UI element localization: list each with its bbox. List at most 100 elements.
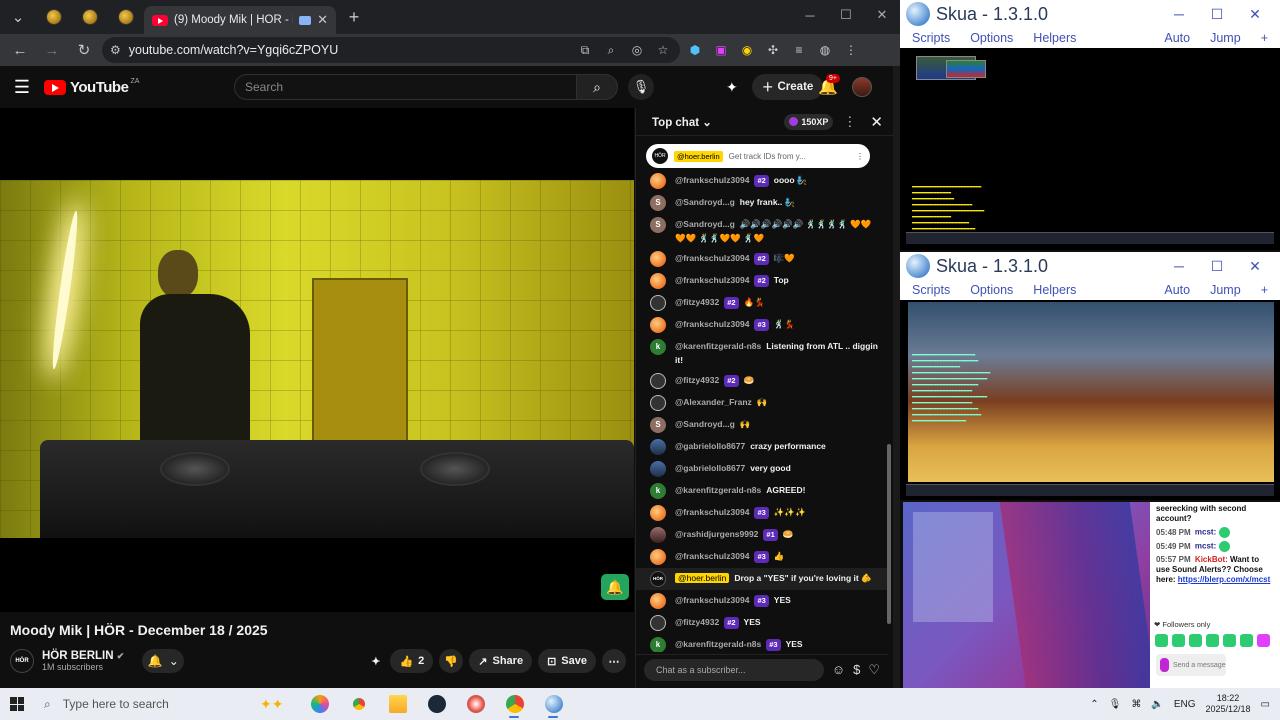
emote-icon[interactable] bbox=[1189, 634, 1202, 647]
heart-icon[interactable]: ♡ bbox=[868, 662, 880, 678]
chat-input[interactable] bbox=[644, 658, 824, 681]
chat-author[interactable]: @karenfitzgerald-n8s bbox=[675, 639, 761, 649]
kebab-menu-icon[interactable]: ⋮ bbox=[840, 39, 862, 61]
chat-message[interactable]: @frankschulz3094 #3 👍 bbox=[636, 546, 888, 568]
chat-author[interactable]: @Alexander_Franz bbox=[675, 397, 752, 407]
chevron-up-icon[interactable]: ⌃ bbox=[1090, 699, 1098, 710]
profile-icon[interactable]: ◍ bbox=[814, 39, 836, 61]
notification-center-icon[interactable]: ▭ bbox=[1261, 699, 1270, 710]
chat-avatar[interactable]: S bbox=[650, 417, 666, 433]
chat-author[interactable]: @frankschulz3094 bbox=[675, 253, 749, 263]
chat-author[interactable]: @frankschulz3094 bbox=[675, 551, 749, 561]
chat-author[interactable]: @frankschulz3094 bbox=[675, 507, 749, 517]
taskbar-app-chrome-active[interactable] bbox=[495, 688, 534, 720]
jump-button[interactable]: Jump bbox=[1210, 31, 1241, 45]
chat-scrollbar[interactable] bbox=[887, 144, 891, 644]
chat-author[interactable]: @frankschulz3094 bbox=[675, 275, 749, 285]
emote-icon[interactable] bbox=[1206, 634, 1219, 647]
emote-icon[interactable] bbox=[1172, 634, 1185, 647]
extension-3-icon[interactable]: ◉ bbox=[736, 39, 758, 61]
chat-message[interactable]: S @Sandroyd...g hey frank.. 🧞 bbox=[636, 192, 888, 214]
chat-scroll-thumb[interactable] bbox=[887, 444, 891, 624]
emote-icon[interactable] bbox=[1257, 634, 1270, 647]
plus-icon[interactable]: + bbox=[1261, 31, 1268, 45]
stream-preview[interactable] bbox=[903, 502, 1150, 688]
address-bar[interactable]: ⚙ youtube.com/watch?v=Ygqi6cZPOYU ⧉ ⌕ ◎ … bbox=[102, 37, 680, 63]
chat-message[interactable]: @fitzy4932 #2 YES bbox=[636, 612, 888, 634]
close-icon[interactable]: ✕ bbox=[864, 0, 900, 30]
super-chat-icon[interactable]: $ bbox=[853, 662, 860, 677]
minimize-icon[interactable]: ─ bbox=[1160, 258, 1198, 274]
chat-avatar[interactable] bbox=[650, 317, 666, 333]
pinned-menu-icon[interactable]: ⋮ bbox=[856, 152, 864, 161]
pinned-tab-3[interactable] bbox=[108, 0, 144, 34]
media-controls-icon[interactable]: ≡ bbox=[788, 39, 810, 61]
more-actions-button[interactable]: ⋯ bbox=[602, 649, 626, 673]
maximize-icon[interactable]: ☐ bbox=[1198, 258, 1236, 275]
eye-off-icon[interactable]: ◎ bbox=[628, 43, 646, 57]
chatter-name[interactable]: mcst: bbox=[1195, 542, 1216, 551]
chat-message[interactable]: k @karenfitzgerald-n8s AGREED! bbox=[636, 480, 888, 502]
subscription-bell-button[interactable]: 🔔 ⌄ bbox=[142, 649, 185, 673]
bot-link[interactable]: https://blerp.com/x/mcst bbox=[1178, 575, 1270, 584]
hamburger-menu-icon[interactable]: ☰ bbox=[0, 77, 44, 98]
close-tab-icon[interactable]: ✕ bbox=[317, 12, 328, 28]
chat-author[interactable]: @frankschulz3094 bbox=[675, 175, 749, 185]
chat-avatar[interactable]: k bbox=[650, 637, 666, 652]
taskbar-app-explorer[interactable] bbox=[378, 688, 417, 720]
clock[interactable]: 18:22 2025/12/18 bbox=[1206, 693, 1251, 715]
chat-avatar[interactable] bbox=[650, 505, 666, 521]
chat-message[interactable]: @frankschulz3094 #2 Top bbox=[636, 270, 888, 292]
site-info-icon[interactable]: ⚙ bbox=[110, 43, 121, 57]
install-app-icon[interactable]: ⧉ bbox=[576, 43, 594, 58]
volume-icon[interactable]: 🔈 bbox=[1151, 699, 1163, 710]
chat-author[interactable]: @Sandroyd...g bbox=[675, 419, 735, 429]
chat-message[interactable]: @gabrielollo8677 very good bbox=[636, 458, 888, 480]
search-highlight-icon[interactable]: ✦✦ bbox=[260, 696, 300, 713]
active-tab[interactable]: (9) Moody Mik | HÖR - Dec ✕ bbox=[144, 6, 336, 34]
save-button[interactable]: ⊡ Save bbox=[538, 649, 596, 673]
menu-scripts[interactable]: Scripts bbox=[912, 31, 950, 45]
chat-message[interactable]: @rashidjurgens9992 #1 🥯 bbox=[636, 524, 888, 546]
network-icon[interactable]: ⌘ bbox=[1131, 699, 1141, 710]
emote-icon[interactable] bbox=[1155, 634, 1168, 647]
search-input[interactable]: Search bbox=[234, 74, 578, 100]
forward-icon[interactable]: → bbox=[38, 36, 66, 64]
pinned-tab-2[interactable] bbox=[72, 0, 108, 34]
chat-message[interactable]: @frankschulz3094 #3 YES bbox=[636, 590, 888, 612]
chat-close-icon[interactable]: ✕ bbox=[870, 113, 883, 131]
maximize-icon[interactable]: ☐ bbox=[1198, 6, 1236, 23]
close-icon[interactable]: ✕ bbox=[1236, 6, 1274, 23]
maximize-icon[interactable]: ☐ bbox=[828, 0, 864, 30]
taskbar-app-chrome[interactable] bbox=[339, 688, 378, 720]
chat-author[interactable]: @hoer.berlin bbox=[675, 573, 730, 583]
chat-avatar[interactable] bbox=[650, 273, 666, 289]
dislike-button[interactable]: 👎 bbox=[439, 649, 464, 673]
chat-author[interactable]: @karenfitzgerald-n8s bbox=[675, 341, 761, 351]
chat-author[interactable]: @fitzy4932 bbox=[675, 375, 719, 385]
plus-icon[interactable]: + bbox=[1261, 283, 1268, 297]
chat-avatar[interactable] bbox=[650, 527, 666, 543]
chat-message[interactable]: S @Sandroyd...g 🔊🔊🔊🔊🔊🔊 🕺🕺🕺🕺 🧡🧡🧡🧡 🕺🕺🧡🧡 🕺🧡 bbox=[636, 214, 888, 248]
menu-helpers[interactable]: Helpers bbox=[1033, 31, 1076, 45]
like-button[interactable]: 👍 2 bbox=[390, 649, 434, 673]
chat-message[interactable]: @fitzy4932 #2 🥯 bbox=[636, 370, 888, 392]
chat-menu-icon[interactable]: ⋮ bbox=[843, 114, 856, 130]
chat-author[interactable]: @fitzy4932 bbox=[675, 297, 719, 307]
chat-message[interactable]: @fitzy4932 #2 🔥💃 bbox=[636, 292, 888, 314]
menu-scripts[interactable]: Scripts bbox=[912, 283, 950, 297]
chat-avatar[interactable] bbox=[650, 173, 666, 189]
video-player[interactable]: 🔔 bbox=[0, 108, 634, 612]
menu-helpers[interactable]: Helpers bbox=[1033, 283, 1076, 297]
chat-avatar[interactable] bbox=[650, 251, 666, 267]
chat-author[interactable]: @frankschulz3094 bbox=[675, 595, 749, 605]
chat-author[interactable]: @rashidjurgens9992 bbox=[675, 529, 758, 539]
zoom-icon[interactable]: ⌕ bbox=[602, 43, 620, 58]
chat-avatar[interactable]: k bbox=[650, 339, 666, 355]
new-tab-button[interactable]: + bbox=[336, 0, 372, 34]
search-button[interactable]: ⌕ bbox=[576, 74, 618, 100]
taskbar-app-copilot[interactable] bbox=[300, 688, 339, 720]
chat-avatar[interactable]: k bbox=[650, 483, 666, 499]
subscribe-bell-overlay-icon[interactable]: 🔔 bbox=[601, 574, 629, 600]
url-text[interactable]: youtube.com/watch?v=Ygqi6cZPOYU bbox=[129, 43, 568, 57]
